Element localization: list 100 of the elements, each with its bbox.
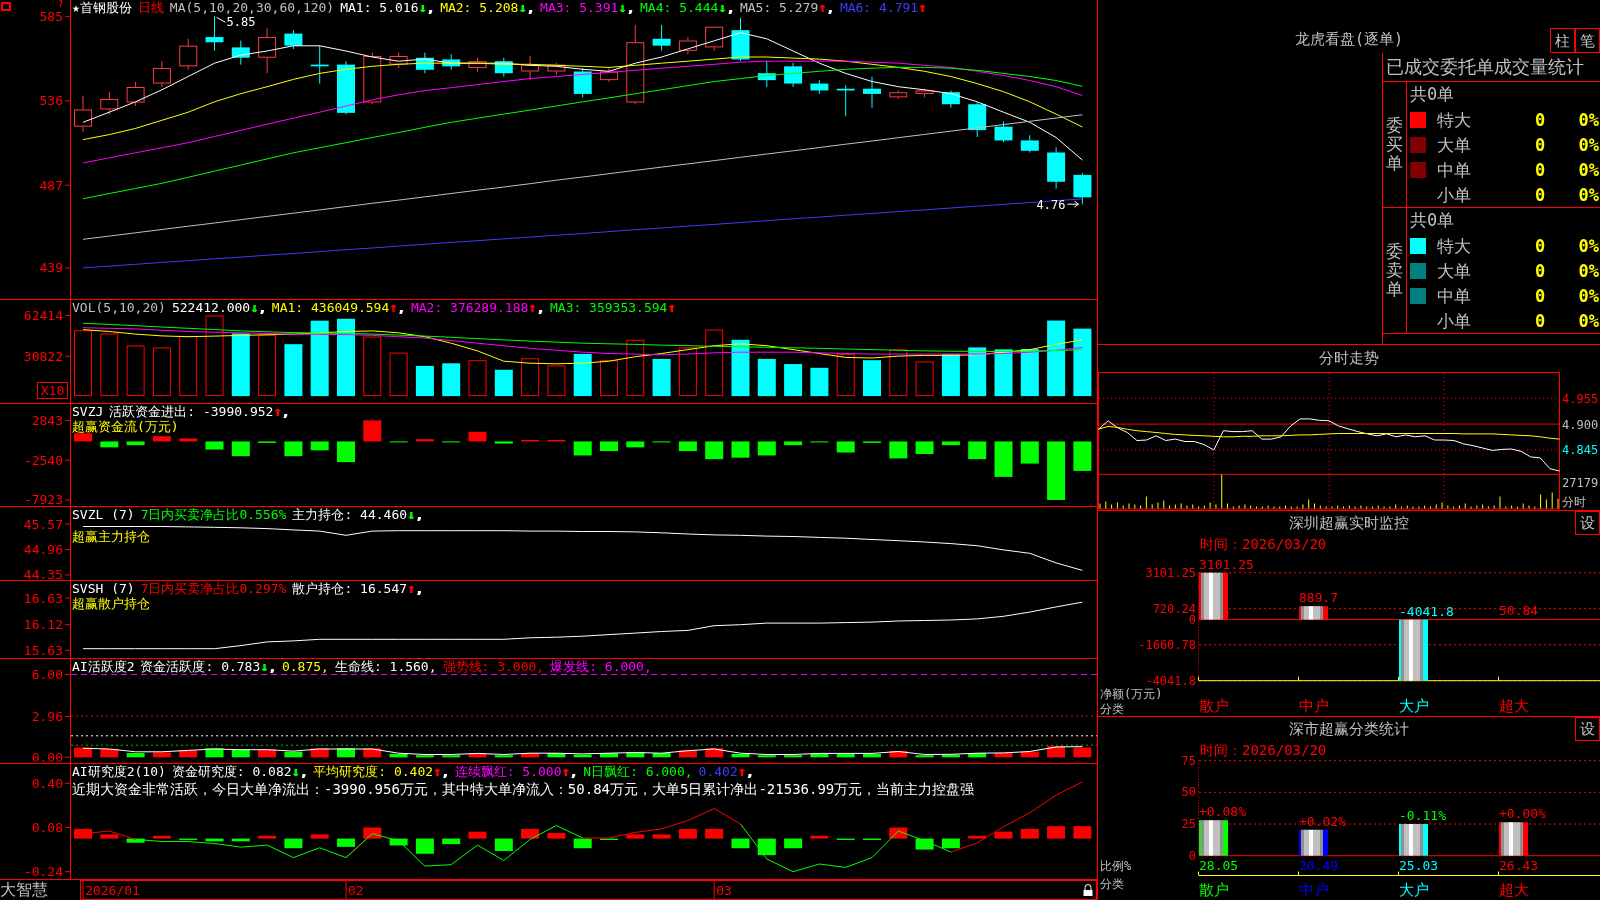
candlestick: [389, 52, 408, 69]
axis-label: 25: [1181, 817, 1196, 832]
candlestick: [284, 29, 303, 50]
axis-label: -1660.78: [1138, 637, 1196, 652]
candlestick: [1020, 134, 1039, 153]
group-label: 委卖单: [1386, 242, 1403, 299]
candlestick: [310, 45, 329, 85]
candlestick: [705, 26, 724, 52]
high-price-label: 5.85: [226, 15, 256, 30]
legend-entry: 连续飘红: 5.000↑,: [454, 764, 578, 779]
legend-entry: MA1: 5.016↓,: [340, 0, 435, 15]
help-mark[interactable]: ?: [58, 0, 64, 9]
legend-entry: 爆发线: 6.000,: [550, 659, 652, 674]
axis-label: 62414: [23, 308, 63, 323]
legend-entry: SVZL (7): [72, 507, 135, 522]
legend-entry: N日飘红: 6.000,: [583, 764, 693, 779]
candlestick: [757, 60, 776, 88]
axis-label: 0.00: [31, 749, 63, 764]
candlestick: [1047, 146, 1066, 190]
candlestick: [784, 62, 803, 88]
value-label: -4041.8: [1399, 603, 1454, 619]
mode-button[interactable]: 柱: [1550, 28, 1575, 53]
order-size-label: 中单: [1437, 285, 1472, 306]
window-icon[interactable]: [1, 2, 11, 11]
axis-label: 75: [1181, 753, 1196, 768]
chart-date: 时间：2026/03/20: [1200, 742, 1327, 758]
order-size-label: 特大: [1437, 109, 1472, 130]
value-label: 20.49: [1299, 858, 1339, 873]
candlestick: [941, 89, 960, 109]
candlestick: [521, 55, 540, 81]
axis-label: 30822: [23, 348, 63, 364]
legend-entry: MA6: 4.791↑: [839, 0, 926, 15]
order-share: 0%: [1577, 184, 1600, 205]
category-label: 散户: [1199, 881, 1229, 899]
chart-bar: [1299, 829, 1328, 856]
axis-label: 4.955: [1562, 391, 1599, 406]
candlestick: [968, 102, 987, 138]
order-size-label: 大单: [1437, 134, 1472, 155]
order-count: 0: [1533, 235, 1547, 256]
candlestick: [573, 67, 592, 98]
axis-label: -2540: [23, 452, 63, 468]
settings-button[interactable]: 设: [1575, 717, 1600, 741]
candlestick: [652, 24, 671, 52]
candlestick: [836, 84, 855, 117]
arrow-icon: [1066, 200, 1079, 208]
panel-title: 深市超赢分类统计: [1289, 719, 1409, 739]
candlestick: [100, 91, 119, 116]
candlestick: [179, 38, 198, 71]
date-label: 2026/01: [85, 883, 140, 898]
legend-entry: 资金研究度: 0.082↓,: [171, 764, 308, 779]
change-label: +0.00%: [1499, 806, 1546, 822]
order-size-label: 特大: [1437, 235, 1472, 256]
axis-title: 分类: [1100, 702, 1124, 716]
candlestick: [731, 17, 750, 62]
chart-bar: [1199, 572, 1228, 620]
date-label: 03: [716, 883, 732, 898]
axis-label: 439: [39, 260, 63, 276]
order-total: 共0单: [1410, 83, 1455, 106]
settings-button[interactable]: 设: [1575, 511, 1600, 535]
candlestick: [915, 88, 934, 98]
candlestick: [994, 121, 1013, 143]
category-label: 大户: [1399, 881, 1429, 899]
legend-entry: 7日内买卖净占比0.297%: [140, 581, 287, 596]
chart-bar: [1299, 606, 1328, 620]
chart-bar: [1499, 822, 1528, 856]
legend-entry: MA2: 376289.188↑,: [410, 300, 544, 315]
legend-entry: MA5: 5.279↑,: [739, 0, 834, 15]
axis-label: 16.63: [23, 590, 63, 606]
order-size-label: 中单: [1437, 159, 1472, 180]
legend-entry: 散户持仓: 16.547↑,: [292, 581, 423, 596]
group-label: 委买单: [1386, 116, 1403, 173]
category-label: 中户: [1299, 697, 1329, 715]
value-label: 28.05: [1199, 858, 1239, 873]
indicator-caption: 超赢散户持仓: [72, 596, 150, 611]
candlestick: [126, 81, 145, 107]
axis-label: 2.96: [31, 709, 63, 724]
order-count: 0: [1533, 109, 1547, 130]
low-price-label: 4.76: [1036, 197, 1066, 212]
axis-label: 50: [1181, 785, 1196, 800]
period-label[interactable]: 日线: [137, 0, 164, 15]
axis-label: 3101.25: [1145, 565, 1196, 580]
mode-button[interactable]: 笔: [1575, 28, 1600, 53]
order-share: 0%: [1577, 235, 1600, 256]
order-count: 0: [1533, 184, 1547, 205]
candlestick: [1073, 172, 1092, 205]
order-share: 0%: [1577, 159, 1600, 180]
legend-entry: 0.402↑,: [698, 764, 754, 779]
legend-entry: 7日内买卖净占比0.556%: [140, 507, 287, 522]
order-total: 共0单: [1410, 209, 1455, 232]
legend-entry: MA2: 5.208↓,: [440, 0, 535, 15]
candlestick: [468, 57, 487, 72]
legend-entry: 生命线: 1.560,: [334, 659, 437, 674]
axis-label: 44.35: [23, 567, 63, 581]
category-label: 散户: [1199, 697, 1229, 715]
lock-icon[interactable]: [1083, 884, 1093, 896]
legend-entry: 资金活跃度: 0.783↓,: [140, 659, 276, 674]
category-label: 大户: [1399, 697, 1429, 715]
order-count: 0: [1533, 260, 1547, 281]
axis-label: 6.00: [31, 667, 63, 683]
legend-entry: MA1: 436049.594↑,: [271, 300, 405, 315]
